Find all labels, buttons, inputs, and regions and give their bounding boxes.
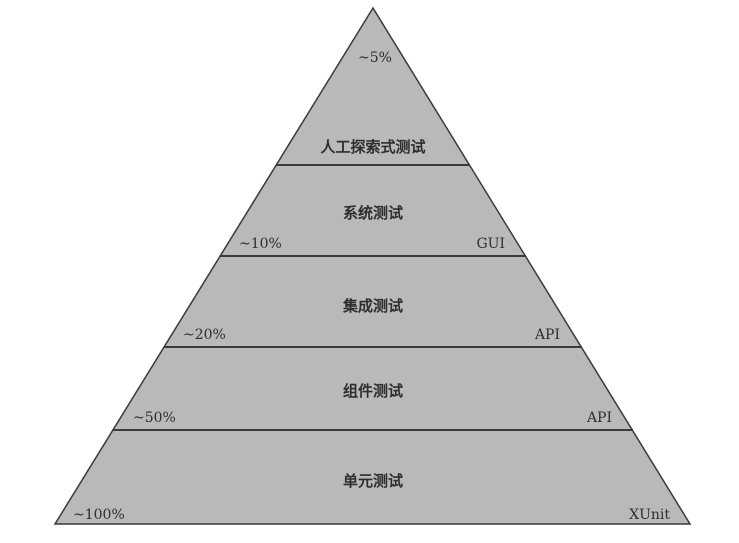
layer-name: 单元测试 <box>343 472 403 490</box>
layer-percent: ~10% <box>239 236 282 252</box>
layer-percent: ~50% <box>133 410 176 426</box>
layer-percent: ~100% <box>73 507 125 523</box>
layer-name: 集成测试 <box>342 297 403 315</box>
layer-percent: ~5% <box>358 50 392 66</box>
layer-name: 系统测试 <box>343 204 403 222</box>
layer-name: 人工探索式测试 <box>320 138 425 156</box>
layer-tool: API <box>534 327 560 343</box>
layer-tool: XUnit <box>629 507 670 523</box>
pyramid-shape <box>53 6 692 525</box>
test-pyramid: ~5% 人工探索式测试 系统测试 ~10% GUI 集成测试 ~20% API … <box>53 6 692 525</box>
layer-tool: API <box>586 410 612 426</box>
layer-tool: GUI <box>476 236 505 252</box>
layer-name: 组件测试 <box>343 382 403 400</box>
layer-percent: ~20% <box>183 327 226 343</box>
